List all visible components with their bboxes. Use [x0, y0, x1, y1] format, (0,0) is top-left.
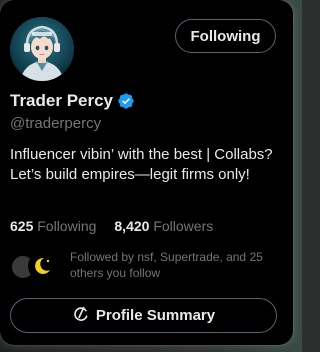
verified-badge-icon — [117, 92, 135, 110]
handle[interactable]: @traderpercy — [10, 115, 101, 132]
follower-avatars — [10, 249, 56, 280]
profile-hover-card: Following Trader Percy @traderpercy Infl… — [0, 0, 293, 345]
avatar[interactable] — [10, 17, 74, 81]
followed-by-row[interactable]: Followed by nsf, Supertrade, and 25 othe… — [10, 249, 280, 281]
stats-row: 625 Following 8,420 Followers — [10, 218, 213, 234]
followed-by-text: Followed by nsf, Supertrade, and 25 othe… — [70, 250, 263, 280]
profile-summary-label: Profile Summary — [95, 307, 216, 324]
follower-avatar — [28, 252, 56, 280]
following-button[interactable]: Following — [175, 19, 276, 53]
name-row: Trader Percy — [10, 91, 135, 111]
refresh-circle-icon — [72, 305, 90, 327]
moon-star-icon — [30, 254, 54, 278]
display-name[interactable]: Trader Percy — [10, 91, 113, 111]
followers-stat[interactable]: 8,420 Followers — [114, 218, 213, 234]
bio: Influencer vibin’ with the best | Collab… — [10, 146, 273, 183]
anime-character-avatar-icon — [10, 17, 74, 81]
profile-summary-button[interactable]: Profile Summary — [10, 298, 277, 333]
following-stat[interactable]: 625 Following — [10, 218, 96, 234]
followers-count: 8,420 — [114, 218, 150, 234]
followers-stat-label: Followers — [153, 218, 214, 234]
following-count: 625 — [10, 218, 34, 234]
following-stat-label: Following — [37, 218, 97, 234]
